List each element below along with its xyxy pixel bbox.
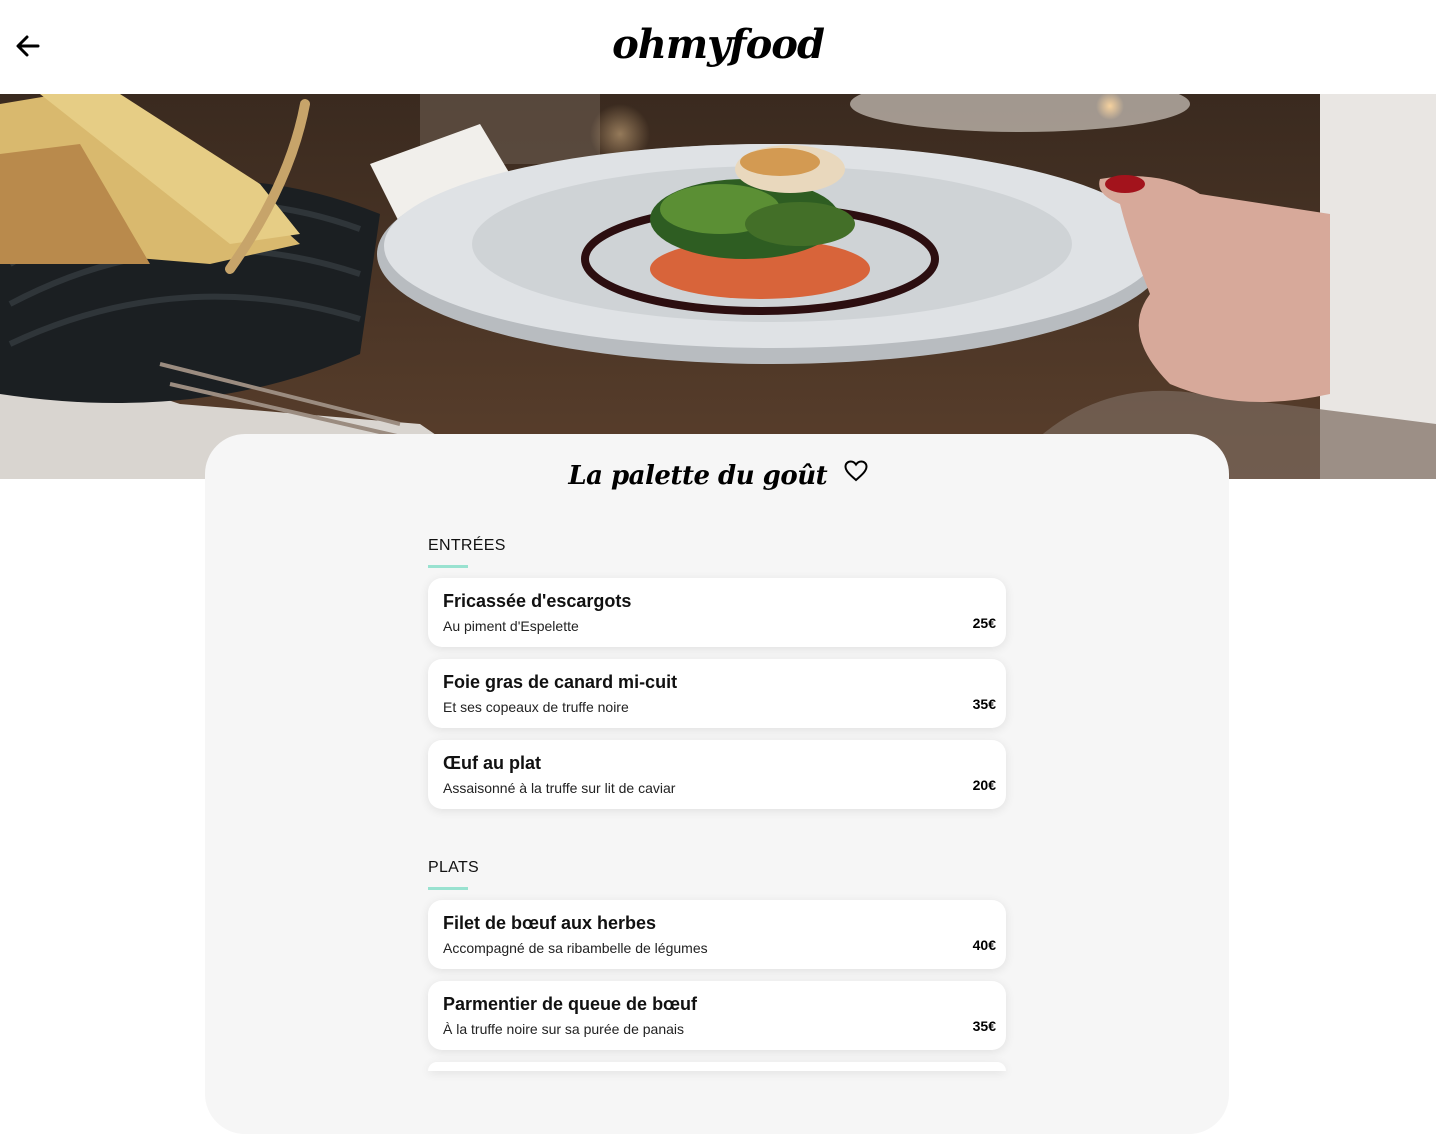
dish-card[interactable]: Fricassée d'escargots Au piment d'Espele… [428, 578, 1006, 647]
section-title-plats: PLATS [428, 859, 479, 890]
dish-name: Œuf au plat [443, 753, 541, 773]
dish-description: Accompagné de sa ribambelle de légumes [443, 940, 708, 956]
dish-description: Et ses copeaux de truffe noire [443, 699, 629, 715]
dish-description: Au piment d'Espelette [443, 618, 579, 634]
logo[interactable]: ohmyfood [0, 18, 1436, 72]
dish-card[interactable] [428, 1062, 1006, 1071]
dish-card[interactable]: Foie gras de canard mi-cuit Et ses copea… [428, 659, 1006, 728]
dish-name: Fricassée d'escargots [443, 591, 632, 611]
dish-card[interactable]: Parmentier de queue de bœuf À la truffe … [428, 981, 1006, 1050]
dish-price: 35€ [972, 696, 996, 712]
dish-card[interactable]: Œuf au plat Assaisonné à la truffe sur l… [428, 740, 1006, 809]
dish-price: 20€ [972, 777, 996, 793]
dish-name: Filet de bœuf aux herbes [443, 913, 657, 933]
dish-price: 40€ [972, 937, 996, 953]
restaurant-title: La palette du goût [0, 456, 1436, 497]
section-title-entrees: ENTRÉES [428, 537, 506, 568]
dish-price: 35€ [972, 1018, 996, 1034]
dish-name: Parmentier de queue de bœuf [443, 994, 698, 1014]
restaurant-name: La palette du goût [568, 461, 828, 491]
heart-outline-icon[interactable] [844, 454, 868, 494]
dish-description: À la truffe noire sur sa purée de panais [443, 1021, 685, 1037]
hero-image [0, 94, 1436, 479]
dish-price: 25€ [972, 615, 996, 631]
dish-name: Foie gras de canard mi-cuit [443, 672, 678, 692]
dish-description: Assaisonné à la truffe sur lit de caviar [443, 780, 676, 796]
top-bar: ohmyfood [0, 0, 1436, 94]
dish-card[interactable]: Filet de bœuf aux herbes Accompagné de s… [428, 900, 1006, 969]
